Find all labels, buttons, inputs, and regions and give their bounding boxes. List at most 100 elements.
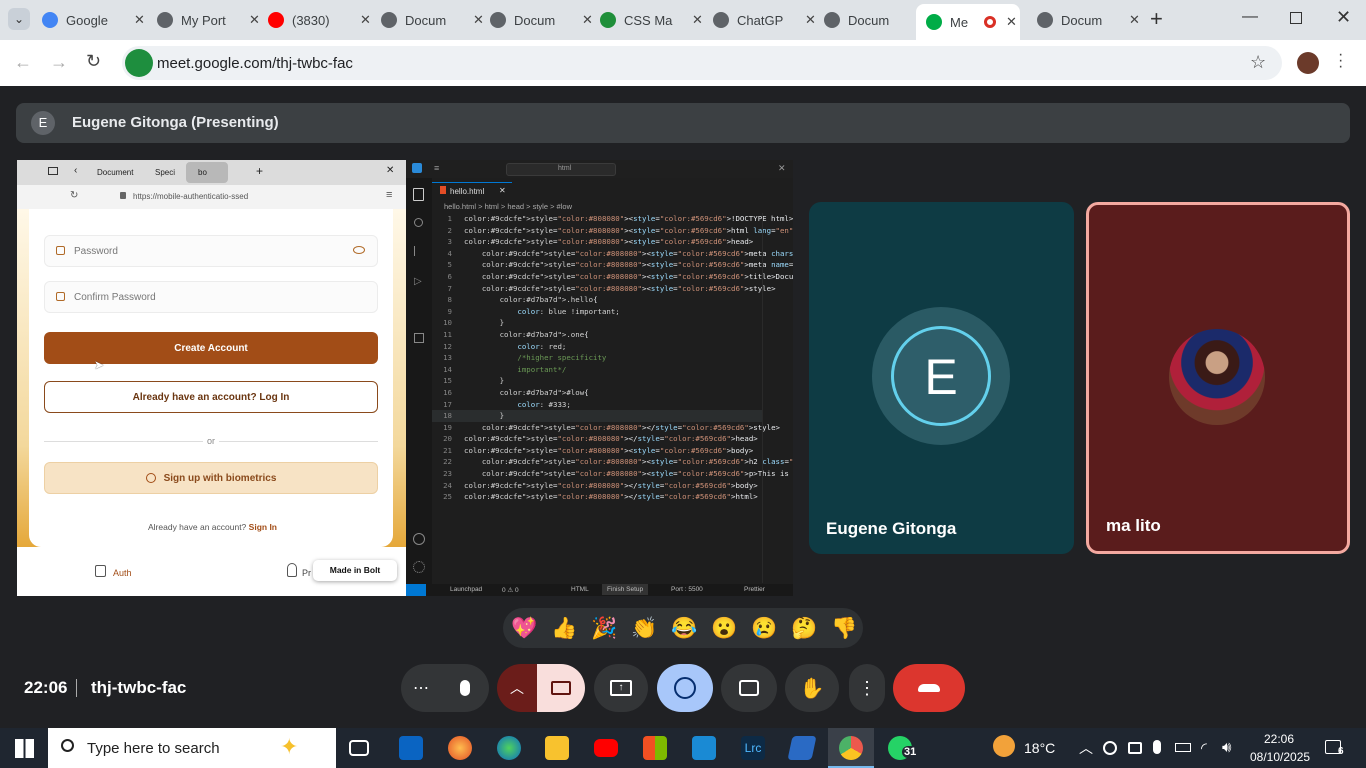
- confirm-password-field[interactable]: Confirm Password: [44, 281, 378, 313]
- biometrics-button[interactable]: Sign up with biometrics: [44, 462, 378, 494]
- browser-tab[interactable]: Docum✕: [490, 6, 593, 34]
- reaction-emoji[interactable]: 👎: [831, 617, 857, 641]
- participant-tile-eugene[interactable]: E Eugene Gitonga: [809, 202, 1074, 554]
- mic-site-icon[interactable]: [125, 49, 153, 77]
- status-problems[interactable]: 0 ⚠ 0: [502, 586, 519, 594]
- status-prettier[interactable]: Prettier: [744, 586, 765, 593]
- tab-search-button[interactable]: ⌄: [8, 8, 30, 30]
- close-window-button[interactable]: ✕: [1336, 7, 1351, 28]
- browser-tab[interactable]: ChatGP ✕: [713, 6, 816, 34]
- task-view-icon[interactable]: [349, 740, 369, 756]
- minimize-button[interactable]: —: [1242, 8, 1258, 26]
- youtube-icon[interactable]: [594, 739, 618, 757]
- nav-auth-label[interactable]: Auth: [113, 568, 132, 578]
- line-number: 9: [447, 306, 452, 316]
- vscode-icon[interactable]: [692, 736, 716, 760]
- browser-tab[interactable]: Docum✕: [1037, 6, 1140, 34]
- status-finish-setup[interactable]: Finish Setup: [602, 584, 649, 595]
- tray-record-icon[interactable]: [1103, 741, 1117, 755]
- more-options-button[interactable]: ⋯: [401, 664, 441, 712]
- vscode-close-icon: ✕: [778, 163, 786, 173]
- reaction-emoji[interactable]: 👏: [631, 617, 657, 641]
- tab-close-icon[interactable]: ✕: [499, 186, 506, 195]
- raise-hand-button[interactable]: ✋: [785, 664, 839, 712]
- new-tab-button[interactable]: +: [1150, 6, 1163, 32]
- password-field[interactable]: Password: [44, 235, 378, 267]
- reaction-emoji[interactable]: 😢: [751, 617, 777, 641]
- shared-tab-active: bo: [186, 162, 228, 183]
- browser-tab[interactable]: My Port ✕: [157, 6, 260, 34]
- mic-button[interactable]: [441, 664, 489, 712]
- code-editor[interactable]: 1 color:#9cdcfe">style="color:#808080"><s…: [432, 213, 793, 573]
- login-button[interactable]: Already have an account? Log In: [44, 381, 378, 413]
- bookmark-star-icon[interactable]: ☆: [1250, 52, 1266, 73]
- reaction-emoji[interactable]: 💖: [511, 617, 537, 641]
- browser-tab[interactable]: (3830) ✕: [268, 6, 371, 34]
- tab-close-icon[interactable]: ✕: [249, 12, 260, 28]
- status-port[interactable]: Port : 5500: [671, 586, 703, 593]
- battery-icon[interactable]: [1175, 743, 1191, 752]
- start-button[interactable]: [15, 739, 34, 758]
- powershell-icon[interactable]: [787, 736, 817, 760]
- tab-close-icon[interactable]: ✕: [692, 12, 703, 28]
- tray-chevron-icon[interactable]: ︿: [1079, 738, 1093, 758]
- browser-tab[interactable]: Me ✕: [916, 4, 1020, 40]
- camera-toggle-button[interactable]: [537, 664, 585, 712]
- browser-tab[interactable]: Google ✕: [42, 6, 145, 34]
- lightroom-icon[interactable]: Lrc: [741, 736, 765, 760]
- leave-call-button[interactable]: [893, 664, 965, 712]
- tray-mic-icon[interactable]: [1153, 740, 1161, 754]
- taskbar-search[interactable]: Type here to search ✦: [48, 728, 336, 768]
- reaction-emoji[interactable]: 🤔: [791, 617, 817, 641]
- captions-button[interactable]: [721, 664, 777, 712]
- shared-screen: ‹ Document Speci bo + ✕ ↻ https://mobile…: [17, 160, 793, 596]
- browser-tab[interactable]: Docum✕: [824, 6, 927, 34]
- nav-profile-label[interactable]: Pr: [302, 568, 311, 578]
- clock-date[interactable]: 08/10/2025: [1250, 750, 1310, 764]
- status-language[interactable]: HTML: [571, 586, 589, 593]
- weather-icon[interactable]: [993, 735, 1015, 757]
- biometrics-label: Sign up with biometrics: [163, 472, 277, 484]
- sign-in-link[interactable]: Sign In: [249, 522, 277, 532]
- store-icon[interactable]: [643, 736, 667, 760]
- weather-temp[interactable]: 18°C: [1024, 740, 1055, 756]
- file-explorer-icon[interactable]: [545, 736, 569, 760]
- tab-close-icon[interactable]: ✕: [134, 12, 145, 28]
- remote-indicator[interactable]: [406, 584, 426, 596]
- back-icon[interactable]: ←: [14, 52, 32, 73]
- tab-close-icon[interactable]: ✕: [473, 12, 484, 28]
- tab-close-icon[interactable]: ✕: [1129, 12, 1140, 28]
- tab-close-icon[interactable]: ✕: [360, 12, 371, 28]
- camera-options-button[interactable]: ︿: [497, 664, 537, 712]
- tab-close-icon[interactable]: ✕: [582, 12, 593, 28]
- outlook-icon[interactable]: [399, 736, 423, 760]
- present-button[interactable]: ↑: [594, 664, 648, 712]
- account-icon: [413, 533, 425, 545]
- tab-close-icon[interactable]: ✕: [805, 12, 816, 28]
- reaction-emoji[interactable]: 😮: [711, 617, 737, 641]
- forward-icon[interactable]: →: [50, 52, 68, 73]
- profile-avatar[interactable]: [1297, 52, 1319, 74]
- tray-camera-icon[interactable]: [1128, 742, 1142, 754]
- volume-icon[interactable]: 🔊︎: [1222, 739, 1231, 756]
- edge-icon[interactable]: [497, 736, 521, 760]
- wifi-icon[interactable]: ◜: [1201, 739, 1207, 757]
- reload-icon[interactable]: ↻: [86, 51, 101, 72]
- emoji-button[interactable]: [657, 664, 713, 712]
- browser-menu-icon[interactable]: · · ·: [1338, 47, 1343, 75]
- reaction-emoji[interactable]: 👍: [551, 617, 577, 641]
- made-in-bolt-badge[interactable]: Made in Bolt: [313, 560, 397, 581]
- restore-button[interactable]: [1290, 12, 1302, 24]
- video-off-icon: [551, 681, 571, 695]
- more-actions-button[interactable]: ⋮: [849, 664, 885, 712]
- eye-icon[interactable]: [353, 246, 365, 254]
- tab-close-icon[interactable]: ✕: [1006, 14, 1017, 30]
- reaction-emoji[interactable]: 🎉: [591, 617, 617, 641]
- browser-tab[interactable]: CSS Ma ✕: [600, 6, 703, 34]
- firefox-icon[interactable]: [448, 736, 472, 760]
- reaction-emoji[interactable]: 😂: [671, 617, 697, 641]
- status-launchpad[interactable]: Launchpad: [450, 586, 482, 593]
- participant-tile-malito[interactable]: ma lito: [1086, 202, 1350, 554]
- clock-time[interactable]: 22:06: [1264, 732, 1294, 746]
- browser-tab[interactable]: Docum✕: [381, 6, 484, 34]
